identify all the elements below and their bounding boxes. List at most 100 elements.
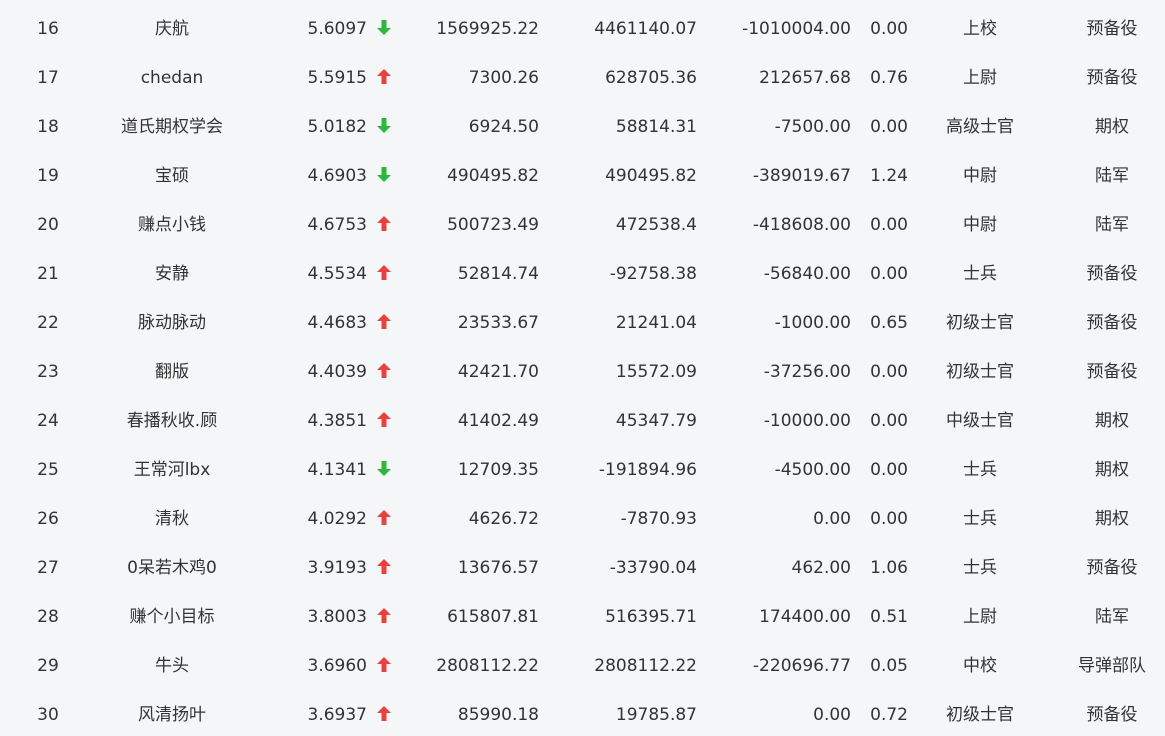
table-row[interactable]: 16 庆航 5.6097 1569925.22 4461140.07 -1010004.0… [0, 5, 1165, 54]
table-row[interactable]: 25 王常河lbx 4.1341 12709.35 -191894.96 -4500.00… [0, 446, 1165, 495]
value-4: 0.00 [870, 215, 908, 235]
user-name[interactable]: 赚个小目标 [92, 593, 252, 642]
user-name[interactable]: 清秋 [92, 495, 252, 544]
group-name: 预备役 [1086, 19, 1138, 39]
value-4: 0.00 [870, 117, 908, 137]
value-4: 0.00 [870, 509, 908, 529]
value-4: 0.76 [870, 68, 908, 88]
group-name: 导弹部队 [1078, 656, 1146, 676]
score-value: 4.4683 [307, 313, 367, 333]
rank-title: 士兵 [963, 264, 997, 284]
value-3: -37256.00 [763, 362, 851, 382]
rank-cell: 30 [37, 705, 59, 725]
group-name: 预备役 [1086, 313, 1138, 333]
rank-title: 士兵 [963, 558, 997, 578]
table-row[interactable]: 30 风清扬叶 3.6937 85990.18 19785.87 0.00 0.72 初级士官… [0, 691, 1165, 736]
table-row[interactable]: 27 0呆若木鸡0 3.9193 13676.57 -33790.04 462.00 1.0… [0, 544, 1165, 593]
value-3: 212657.68 [759, 68, 851, 88]
arrow-up-icon [374, 250, 394, 299]
user-name[interactable]: 安静 [92, 250, 252, 299]
user-name[interactable]: 道氏期权学会 [92, 103, 252, 152]
table-row[interactable]: 29 牛头 3.6960 2808112.22 2808112.22 -220696.77… [0, 642, 1165, 691]
arrow-up-icon [374, 544, 394, 593]
table-row[interactable]: 23 翻版 4.4039 42421.70 15572.09 -37256.00 0.00 初… [0, 348, 1165, 397]
value-2: 58814.31 [615, 117, 697, 137]
value-3: -220696.77 [752, 656, 851, 676]
arrow-up-icon [374, 54, 394, 103]
group-name: 陆军 [1095, 215, 1129, 235]
rank-cell: 22 [37, 313, 59, 333]
value-4: 1.06 [870, 558, 908, 578]
user-name[interactable]: chedan [92, 54, 252, 103]
table-row[interactable]: 17 chedan 5.5915 7300.26 628705.36 212657.68 0… [0, 54, 1165, 103]
arrow-down-icon [374, 5, 394, 54]
value-1: 85990.18 [457, 705, 539, 725]
value-1: 7300.26 [468, 68, 539, 88]
user-name[interactable]: 脉动脉动 [92, 299, 252, 348]
value-1: 52814.74 [457, 264, 539, 284]
rank-title: 高级士官 [946, 117, 1014, 137]
value-2: 4461140.07 [594, 19, 697, 39]
value-2: 45347.79 [615, 411, 697, 431]
value-2: -33790.04 [609, 558, 697, 578]
value-3: 0.00 [813, 705, 851, 725]
user-name[interactable]: 庆航 [92, 5, 252, 54]
user-name[interactable]: 宝硕 [92, 152, 252, 201]
value-4: 0.00 [870, 411, 908, 431]
score-value: 4.3851 [307, 411, 367, 431]
user-name[interactable]: 0呆若木鸡0 [92, 544, 252, 593]
table-row[interactable]: 20 赚点小钱 4.6753 500723.49 472538.4 -418608.00 0… [0, 201, 1165, 250]
table-row[interactable]: 19 宝硕 4.6903 490495.82 490495.82 -389019.67 1.… [0, 152, 1165, 201]
user-name[interactable]: 王常河lbx [92, 446, 252, 495]
user-name[interactable]: 春播秋收.顾 [92, 397, 252, 446]
value-3: -56840.00 [763, 264, 851, 284]
arrow-down-icon [374, 152, 394, 201]
score-value: 4.1341 [307, 460, 367, 480]
rank-cell: 26 [37, 509, 59, 529]
rank-title: 士兵 [963, 460, 997, 480]
user-name[interactable]: 风清扬叶 [92, 691, 252, 736]
value-2: 15572.09 [615, 362, 697, 382]
group-name: 预备役 [1086, 705, 1138, 725]
table-row[interactable]: 28 赚个小目标 3.8003 615807.81 516395.71 174400.00… [0, 593, 1165, 642]
group-name: 预备役 [1086, 362, 1138, 382]
score-value: 4.0292 [307, 509, 367, 529]
user-name[interactable]: 赚点小钱 [92, 201, 252, 250]
group-name: 陆军 [1095, 166, 1129, 186]
value-3: -4500.00 [774, 460, 851, 480]
arrow-up-icon [374, 691, 394, 736]
arrow-down-icon [374, 446, 394, 495]
group-name: 预备役 [1086, 264, 1138, 284]
score-value: 5.0182 [307, 117, 367, 137]
arrow-down-icon [374, 103, 394, 152]
score-value: 5.5915 [307, 68, 367, 88]
value-3: 174400.00 [759, 607, 851, 627]
rank-cell: 29 [37, 656, 59, 676]
value-4: 0.00 [870, 460, 908, 480]
table-row[interactable]: 24 春播秋收.顾 4.3851 41402.49 45347.79 -10000.00 0… [0, 397, 1165, 446]
value-2: 628705.36 [605, 68, 697, 88]
score-value: 4.4039 [307, 362, 367, 382]
value-3: 0.00 [813, 509, 851, 529]
table-row[interactable]: 18 道氏期权学会 5.0182 6924.50 58814.31 -7500.00 0.0… [0, 103, 1165, 152]
rank-title: 初级士官 [946, 362, 1014, 382]
value-3: -7500.00 [774, 117, 851, 137]
arrow-up-icon [374, 593, 394, 642]
arrow-up-icon [374, 299, 394, 348]
user-name[interactable]: 牛头 [92, 642, 252, 691]
table-row[interactable]: 21 安静 4.5534 52814.74 -92758.38 -56840.00 0.00… [0, 250, 1165, 299]
table-row[interactable]: 22 脉动脉动 4.4683 23533.67 21241.04 -1000.00 0.65… [0, 299, 1165, 348]
value-1: 500723.49 [447, 215, 539, 235]
value-2: 19785.87 [615, 705, 697, 725]
user-name[interactable]: 翻版 [92, 348, 252, 397]
table-row[interactable]: 26 清秋 4.0292 4626.72 -7870.93 0.00 0.00 士兵 期权 [0, 495, 1165, 544]
arrow-up-icon [374, 201, 394, 250]
value-4: 0.00 [870, 19, 908, 39]
rank-title: 士兵 [963, 509, 997, 529]
score-value: 3.8003 [307, 607, 367, 627]
rank-title: 初级士官 [946, 313, 1014, 333]
value-2: 516395.71 [605, 607, 697, 627]
rank-title: 中尉 [963, 166, 997, 186]
value-1: 2808112.22 [436, 656, 539, 676]
value-1: 4626.72 [468, 509, 539, 529]
